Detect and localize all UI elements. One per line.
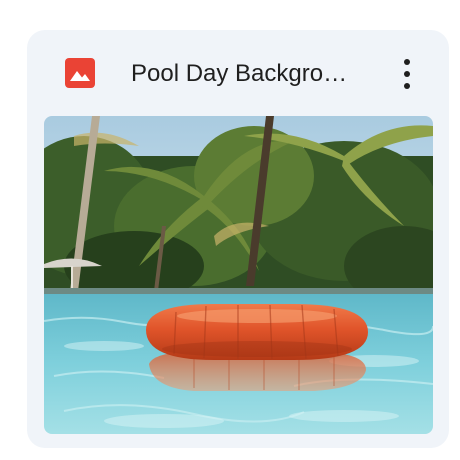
file-card-header: Pool Day Backgro… (27, 30, 449, 116)
pool-float-palm-trees-image (44, 116, 433, 434)
more-vert-icon-dot-middle (404, 71, 410, 77)
file-title: Pool Day Backgro… (131, 60, 348, 87)
file-thumbnail-image[interactable] (44, 116, 433, 434)
file-card[interactable]: Pool Day Backgro… (27, 30, 449, 448)
image-file-icon (65, 58, 95, 88)
more-vert-icon-dot-bottom (404, 83, 410, 89)
more-vert-icon-dot-top (404, 59, 410, 65)
more-options-button[interactable] (391, 54, 423, 94)
